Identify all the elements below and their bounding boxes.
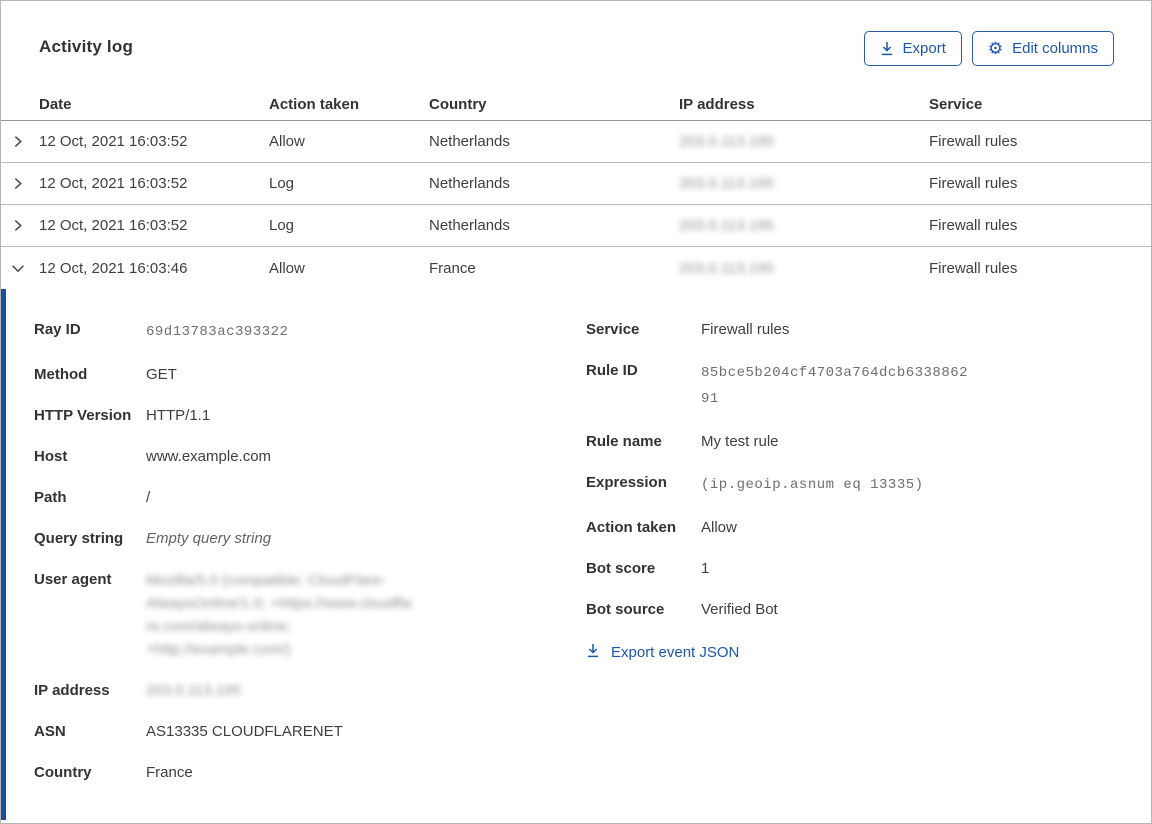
cell-action: Log [269,217,295,234]
detail-row-query-string: Query string Empty query string [34,528,586,550]
ray-id-value: 69d13783ac393322 [146,324,289,340]
cell-date: 12 Oct, 2021 16:03:52 [39,175,188,192]
cell-service: Firewall rules [929,217,1018,234]
detail-row-bot-score: Bot score 1 [586,558,1151,580]
service-value: Firewall rules [701,321,790,338]
cell-country: Netherlands [429,217,510,234]
cell-action: Log [269,175,295,192]
cell-ip: 203.0.113.195 [679,133,929,150]
cell-date: 12 Oct, 2021 16:03:52 [39,217,188,234]
redacted-user-agent-line: AlwaysOnline/1.0; +https://www.cloudfla [146,595,412,612]
export-event-json-link[interactable]: Export event JSON [586,643,739,662]
detail-row-bot-source: Bot source Verified Bot [586,599,1151,621]
detail-row-expression: Expression (ip.geoip.asnum eq 13335) [586,472,1151,498]
expand-chevron-down-icon[interactable] [1,262,39,275]
rule-name-value: My test rule [701,433,779,450]
table-header-row: Date Action taken Country IP address Ser… [1,89,1151,121]
gear-icon: ⚙ [987,39,1004,58]
topbar: Activity log Export ⚙ Edit columns [1,1,1151,89]
detail-row-action-taken: Action taken Allow [586,517,1151,539]
rule-id-value: 85bce5b204cf4703a764dcb633886291 [701,365,969,407]
asn-value: AS13335 CLOUDFLARENET [146,723,343,740]
detail-row-method: Method GET [34,364,586,386]
cell-action: Allow [269,133,305,150]
expand-chevron-right-icon[interactable] [1,219,39,232]
action-taken-value: Allow [701,519,737,536]
column-header-date: Date [39,96,72,113]
edit-columns-button-label: Edit columns [1012,40,1098,57]
export-button[interactable]: Export [863,31,962,66]
event-detail-panel: Ray ID 69d13783ac393322 Method GET HTTP … [1,289,1151,820]
table-row-expanded[interactable]: 12 Oct, 2021 16:03:46 Allow France 203.0… [1,247,1151,289]
redacted-user-agent-line: Mozilla/5.0 (compatible; CloudFlare- [146,572,387,589]
cell-action: Allow [269,259,305,277]
cell-ip: 203.0.113.195 [679,175,929,192]
column-header-ip: IP address [679,96,755,113]
cell-country: Netherlands [429,175,510,192]
detail-row-ray-id: Ray ID 69d13783ac393322 [34,319,586,345]
method-value: GET [146,366,177,383]
toolbar-actions: Export ⚙ Edit columns [863,31,1114,66]
expression-value: (ip.geoip.asnum eq 13335) [701,477,924,493]
detail-left-column: Ray ID 69d13783ac393322 Method GET HTTP … [34,319,586,784]
cell-service: Firewall rules [929,133,1018,150]
detail-row-asn: ASN AS13335 CLOUDFLARENET [34,721,586,743]
cell-country: Netherlands [429,133,510,150]
cell-date: 12 Oct, 2021 16:03:52 [39,133,188,150]
host-value: www.example.com [146,448,272,465]
column-header-country: Country [429,96,487,113]
path-value: / [146,489,151,506]
expand-chevron-right-icon[interactable] [1,177,39,190]
http-version-value: HTTP/1.1 [146,407,211,424]
country-value: France [146,764,193,781]
column-header-action: Action taken [269,96,360,113]
cell-ip: 203.0.113.195 [679,260,929,277]
detail-right-column: Service Firewall rules Rule ID 85bce5b20… [586,319,1151,784]
redacted-ip: 203.0.113.195 [679,259,774,277]
detail-row-country: Country France [34,762,586,784]
column-header-service: Service [929,96,983,113]
detail-row-user-agent: User agent Mozilla/5.0 (compatible; Clou… [34,569,586,661]
user-agent-value: Mozilla/5.0 (compatible; CloudFlare- Alw… [146,569,412,661]
cell-country: France [429,259,476,277]
detail-row-service: Service Firewall rules [586,319,1151,341]
redacted-ip: 203.0.113.195 [679,217,774,234]
detail-row-rule-id: Rule ID 85bce5b204cf4703a764dcb633886291 [586,360,1151,412]
download-icon [586,643,600,662]
detail-row-ip-address: IP address 203.0.113.195 [34,682,241,699]
detail-row-path: Path / [34,487,586,509]
cell-date: 12 Oct, 2021 16:03:46 [39,259,188,277]
export-event-json-label: Export event JSON [611,644,740,661]
query-string-value: Empty query string [146,530,272,547]
activity-log-panel: Activity log Export ⚙ Edit columns Date … [0,0,1152,824]
cell-service: Firewall rules [929,175,1018,192]
table-row[interactable]: 12 Oct, 2021 16:03:52 Allow Netherlands … [1,121,1151,163]
redacted-ip: 203.0.113.195 [679,133,774,150]
edit-columns-button[interactable]: ⚙ Edit columns [971,31,1114,66]
bot-source-value: Verified Bot [701,601,778,618]
cell-ip: 203.0.113.195 [679,217,929,234]
cell-service: Firewall rules [929,259,1018,277]
redacted-ip: 203.0.113.195 [146,682,241,699]
download-icon [880,41,894,56]
page-title: Activity log [39,37,134,56]
expand-chevron-right-icon[interactable] [1,135,39,148]
redacted-user-agent-line: +http://example.com/) [146,641,291,658]
expanded-row-accent-bar [1,289,6,820]
redacted-ip: 203.0.113.195 [679,175,774,192]
detail-row-host: Host www.example.com [34,446,586,468]
export-button-label: Export [902,40,946,57]
detail-row-http-version: HTTP Version HTTP/1.1 [34,405,586,427]
bot-score-value: 1 [701,560,710,577]
table-row[interactable]: 12 Oct, 2021 16:03:52 Log Netherlands 20… [1,163,1151,205]
detail-row-rule-name: Rule name My test rule [586,431,1151,453]
table-row[interactable]: 12 Oct, 2021 16:03:52 Log Netherlands 20… [1,205,1151,247]
redacted-user-agent-line: re.com/always-online; [146,618,292,635]
